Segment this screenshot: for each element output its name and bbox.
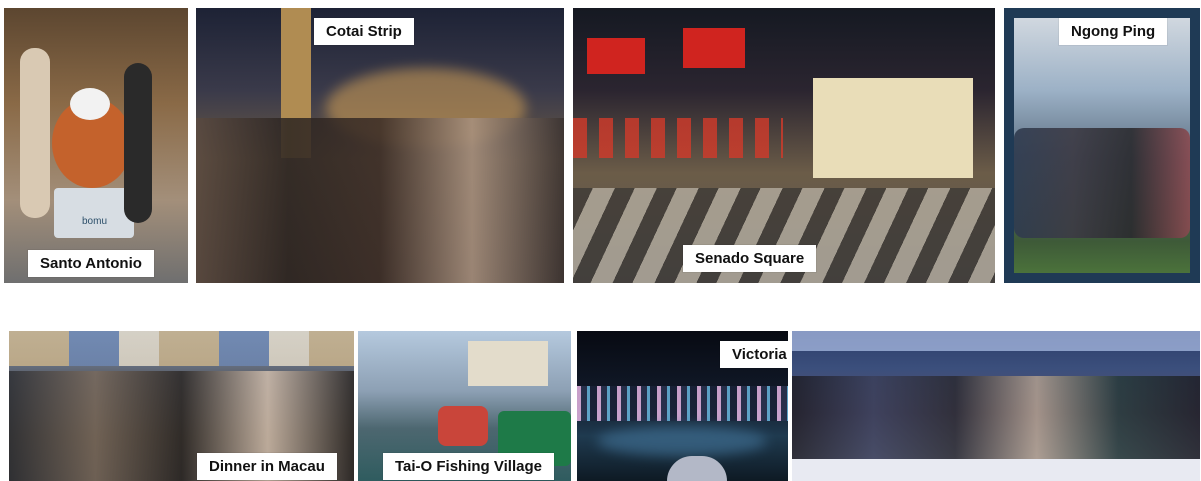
caption-dinner-in-macau: Dinner in Macau bbox=[197, 453, 337, 480]
caption-cotai-strip: Cotai Strip bbox=[314, 18, 414, 45]
red-flags bbox=[587, 38, 645, 74]
wall-posters bbox=[9, 331, 354, 366]
red-flag-2 bbox=[683, 28, 745, 68]
stilt-houses bbox=[468, 341, 548, 386]
seated-group bbox=[1014, 128, 1190, 238]
caption-victoria-harbor: Victoria Harbor bbox=[720, 341, 788, 368]
lanterns bbox=[573, 118, 783, 158]
person-right bbox=[124, 63, 152, 223]
photo-ngong-ping: Ngong Ping bbox=[1004, 8, 1200, 283]
white-seats bbox=[792, 459, 1200, 481]
photo-santo-antonio: bomu Santo Antonio bbox=[4, 8, 188, 283]
photo-senado-square: Senado Square bbox=[573, 8, 995, 283]
boat bbox=[438, 406, 488, 446]
colonial-building bbox=[813, 78, 973, 178]
caption-santo-antonio: Santo Antonio bbox=[28, 250, 154, 277]
shop-sign-text: bomu bbox=[82, 216, 108, 227]
skyline bbox=[577, 386, 788, 421]
caption-ngong-ping: Ngong Ping bbox=[1059, 18, 1168, 45]
caption-tai-o-fishing-village: Tai-O Fishing Village bbox=[383, 453, 554, 480]
photo-victoria-harbor: Victoria Harbor bbox=[577, 331, 788, 481]
group-selfie bbox=[196, 118, 564, 283]
photo-dinner-in-macau: Dinner in Macau bbox=[9, 331, 354, 481]
person-left bbox=[20, 48, 50, 218]
statue-base bbox=[54, 188, 134, 238]
photo-cotai-strip: Cotai Strip bbox=[196, 8, 564, 283]
photo-boat-group bbox=[792, 331, 1200, 481]
harbor-reflections bbox=[597, 426, 767, 456]
boat-bow bbox=[667, 456, 727, 481]
photo-tai-o-fishing-village: Tai-O Fishing Village bbox=[358, 331, 571, 481]
group-on-deck bbox=[792, 376, 1200, 461]
caption-senado-square: Senado Square bbox=[683, 245, 817, 272]
boat-deck-lights bbox=[792, 331, 1200, 351]
panda-head bbox=[70, 88, 110, 120]
